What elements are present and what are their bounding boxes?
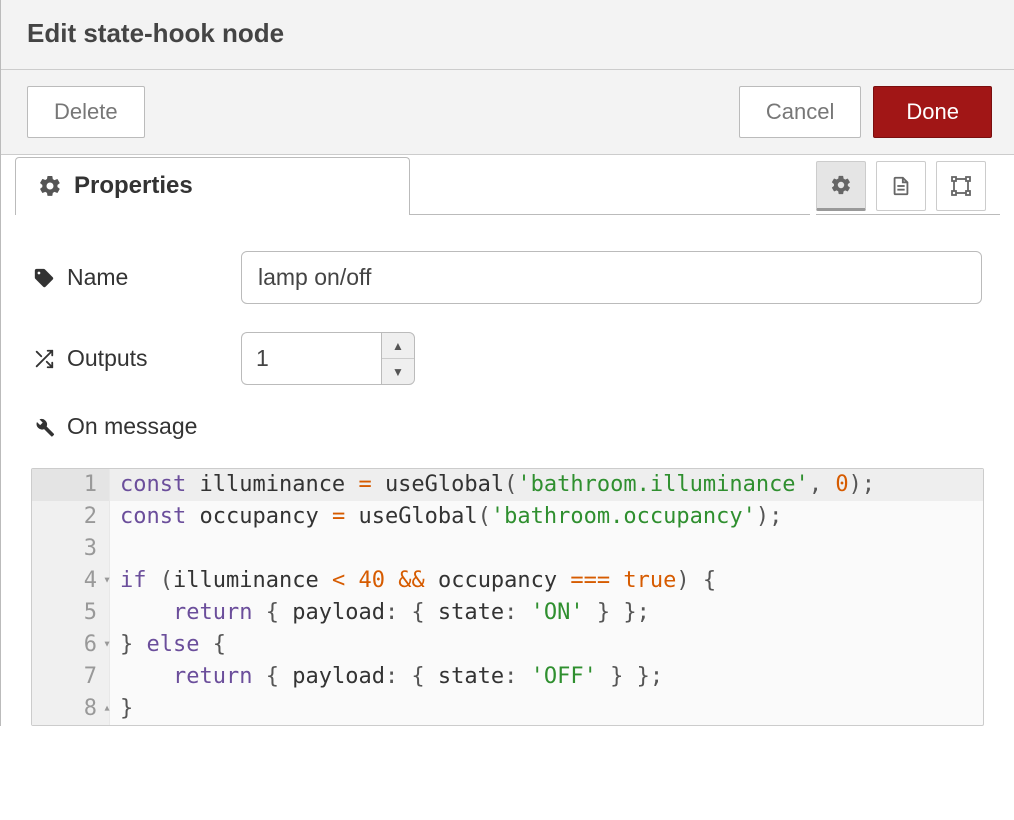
tab-properties[interactable]: Properties [15, 157, 410, 215]
bounding-box-icon [949, 174, 973, 198]
code-content[interactable] [110, 533, 983, 565]
outputs-row: Outputs ▲ ▼ [33, 332, 982, 385]
editor-line[interactable]: 3 [32, 533, 983, 565]
panel-toolbar: Delete Cancel Done [1, 70, 1014, 155]
code-content[interactable]: const occupancy = useGlobal('bathroom.oc… [110, 501, 983, 533]
onmessage-label: On message [33, 413, 197, 440]
tab-strip: Properties [1, 155, 1014, 215]
name-row: Name [33, 251, 982, 304]
code-content[interactable]: } else { [110, 629, 983, 661]
outputs-input[interactable] [241, 332, 381, 385]
cancel-button[interactable]: Cancel [739, 86, 861, 138]
code-content[interactable]: return { payload: { state: 'OFF' } }; [110, 661, 983, 693]
editor-line[interactable]: 1const illuminance = useGlobal('bathroom… [32, 469, 983, 501]
line-number: 3 [32, 533, 110, 565]
edit-node-panel: Edit state-hook node Delete Cancel Done … [0, 0, 1014, 726]
code-content[interactable]: return { payload: { state: 'ON' } }; [110, 597, 983, 629]
editor-line[interactable]: 5 return { payload: { state: 'ON' } }; [32, 597, 983, 629]
properties-view-button[interactable] [816, 161, 866, 211]
line-number: 5 [32, 597, 110, 629]
fold-marker-icon[interactable]: ▾ [103, 635, 111, 654]
editor-line[interactable]: 7 return { payload: { state: 'OFF' } }; [32, 661, 983, 693]
editor-line[interactable]: 2const occupancy = useGlobal('bathroom.o… [32, 501, 983, 533]
properties-form: Name Outputs ▲ ▼ [1, 215, 1014, 468]
line-number: 8▴ [32, 693, 110, 725]
shuffle-icon [33, 348, 55, 370]
code-content[interactable]: if (illuminance < 40 && occupancy === tr… [110, 565, 983, 597]
appearance-view-button[interactable] [936, 161, 986, 211]
code-content[interactable]: } [110, 693, 983, 725]
gear-icon [38, 174, 62, 198]
delete-button[interactable]: Delete [27, 86, 145, 138]
code-content[interactable]: const illuminance = useGlobal('bathroom.… [110, 469, 983, 501]
name-label: Name [33, 264, 241, 291]
outputs-label: Outputs [33, 345, 241, 372]
outputs-spinner: ▲ ▼ [381, 332, 415, 385]
editor-line[interactable]: 8▴} [32, 693, 983, 725]
line-number: 1 [32, 469, 110, 501]
spin-down-button[interactable]: ▼ [382, 359, 414, 384]
name-input[interactable] [241, 251, 982, 304]
fold-marker-icon[interactable]: ▾ [103, 572, 111, 591]
done-button[interactable]: Done [873, 86, 992, 138]
onmessage-row: On message [33, 413, 982, 440]
line-number: 4▾ [32, 565, 110, 597]
file-icon [890, 175, 912, 197]
tag-icon [33, 267, 55, 289]
line-number: 2 [32, 501, 110, 533]
tab-icon-buttons [816, 156, 986, 214]
editor-line[interactable]: 4▾if (illuminance < 40 && occupancy === … [32, 565, 983, 597]
editor-line[interactable]: 6▾} else { [32, 629, 983, 661]
code-editor[interactable]: 1const illuminance = useGlobal('bathroom… [31, 468, 984, 725]
gear-icon [830, 174, 852, 196]
fold-marker-icon[interactable]: ▴ [103, 699, 111, 718]
description-view-button[interactable] [876, 161, 926, 211]
spin-up-button[interactable]: ▲ [382, 333, 414, 359]
tab-label: Properties [74, 172, 193, 200]
line-number: 6▾ [32, 629, 110, 661]
line-number: 7 [32, 661, 110, 693]
panel-title: Edit state-hook node [1, 0, 1014, 70]
wrench-icon [33, 416, 55, 438]
